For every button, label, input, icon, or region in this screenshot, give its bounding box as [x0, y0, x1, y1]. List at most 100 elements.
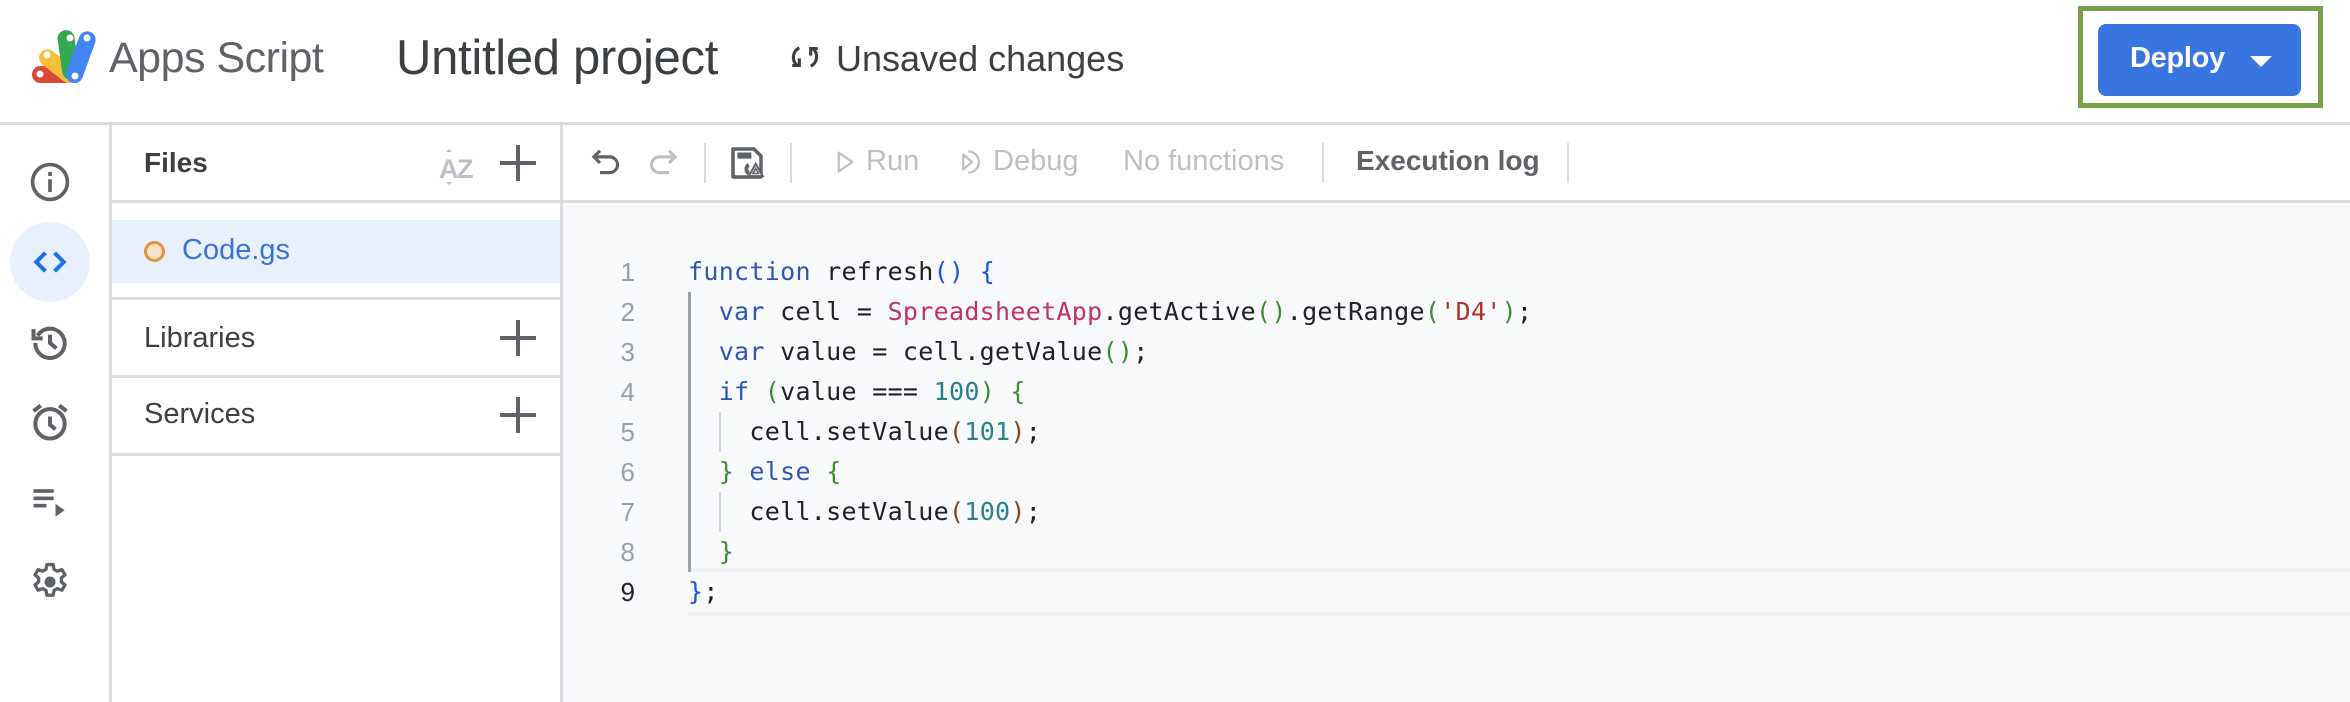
- debug-label: Debug: [993, 145, 1079, 177]
- code-token: 101: [964, 417, 1011, 446]
- code-token: (: [764, 377, 781, 406]
- rail-item-triggers[interactable]: [10, 382, 90, 462]
- deploy-button[interactable]: Deploy: [2098, 24, 2301, 96]
- line-number: 3: [620, 337, 635, 367]
- code-token: var: [718, 297, 765, 326]
- sync-icon: [788, 40, 822, 79]
- apps-script-logo-icon[interactable]: [30, 28, 102, 86]
- line-number: 7: [620, 497, 635, 527]
- code-token: 100: [964, 497, 1011, 526]
- rail-item-project-history[interactable]: [10, 302, 90, 382]
- code-text: };: [688, 572, 719, 612]
- svg-text:A: A: [439, 154, 459, 184]
- code-line[interactable]: 7 cell.setValue(100);: [563, 492, 2350, 532]
- undo-icon[interactable]: [586, 142, 628, 184]
- code-token: refresh: [810, 257, 934, 286]
- code-token: if: [718, 377, 750, 406]
- alarm-clock-icon: [32, 403, 68, 441]
- code-line[interactable]: 2 var cell = SpreadsheetApp.getActive().…: [563, 292, 2350, 332]
- code-token: ;: [1025, 417, 1042, 446]
- files-panel: Files AZ Code.gs Libraries Services: [112, 125, 563, 702]
- function-select[interactable]: No functions: [1123, 145, 1284, 178]
- sort-az-icon[interactable]: AZ: [436, 145, 480, 189]
- line-number: 9: [620, 577, 635, 607]
- svg-text:Z: Z: [457, 154, 474, 184]
- run-label: Run: [866, 145, 920, 177]
- code-text: }: [688, 532, 734, 572]
- rail-item-project-settings[interactable]: [10, 542, 90, 622]
- code-token: 'D4': [1440, 297, 1502, 326]
- file-item-code-gs[interactable]: Code.gs: [112, 220, 560, 283]
- save-status: Unsaved changes: [788, 38, 1124, 80]
- libraries-section: Libraries: [112, 300, 560, 378]
- toolbar-divider: [704, 143, 706, 183]
- code-token: else: [749, 457, 811, 486]
- execution-log-button[interactable]: Execution log: [1356, 145, 1540, 177]
- redo-icon[interactable]: [641, 142, 683, 184]
- save-to-drive-icon[interactable]: [726, 142, 768, 184]
- debug-icon: [962, 149, 980, 174]
- executions-list-icon: [33, 489, 65, 517]
- code-line[interactable]: 4 if (value === 100) {: [563, 372, 2350, 412]
- unsaved-dot-icon: [144, 241, 165, 262]
- navigation-rail: [0, 125, 112, 702]
- code-token: SpreadsheetApp: [887, 297, 1103, 326]
- code-token: ;: [703, 577, 719, 606]
- code-text: var cell = SpreadsheetApp.getActive().ge…: [688, 292, 1532, 332]
- gear-icon: [33, 562, 67, 597]
- rail-item-editor[interactable]: [10, 222, 90, 302]
- indent-guide: [688, 292, 691, 572]
- code-line[interactable]: 1 function refresh() {: [563, 252, 2350, 292]
- code-token: ;: [1517, 297, 1533, 326]
- code-text: } else {: [688, 452, 842, 492]
- libraries-title: Libraries: [144, 322, 256, 354]
- top-app-bar: Apps Script Untitled project Unsaved cha…: [0, 0, 2350, 125]
- code-token: ): [1010, 497, 1026, 526]
- code-token: .getRange: [1286, 297, 1425, 326]
- project-title[interactable]: Untitled project: [396, 30, 718, 86]
- code-text: cell.setValue(100);: [688, 492, 1041, 532]
- code-token: cell.setValue: [688, 417, 949, 446]
- code-token: ;: [1025, 497, 1042, 526]
- code-token: ;: [1133, 337, 1149, 366]
- code-line[interactable]: 8 }: [563, 532, 2350, 572]
- code-token: var: [718, 337, 765, 366]
- line-number: 1: [620, 257, 635, 287]
- code-token: {: [979, 257, 996, 286]
- code-line[interactable]: 9};: [563, 568, 2350, 616]
- services-section: Services: [112, 378, 560, 456]
- code-token: value = cell.getValue: [764, 337, 1103, 366]
- toolbar-divider: [1567, 143, 1569, 183]
- code-token: ): [979, 377, 996, 406]
- rail-item-overview[interactable]: [10, 142, 90, 222]
- code-line[interactable]: 5 cell.setValue(101);: [563, 412, 2350, 452]
- add-file-button[interactable]: [496, 141, 540, 185]
- code-token: (): [933, 257, 965, 286]
- code-token: (: [948, 417, 965, 446]
- files-list: Code.gs: [112, 203, 560, 300]
- play-icon: [837, 151, 854, 172]
- info-icon: [30, 162, 70, 202]
- code-token: 100: [933, 377, 980, 406]
- toolbar-divider: [1322, 143, 1324, 183]
- add-service-button[interactable]: [496, 393, 540, 437]
- code-editor[interactable]: 1 function refresh() {2 var cell = Spread…: [563, 203, 2350, 702]
- code-line[interactable]: 3 var value = cell.getValue();: [563, 332, 2350, 372]
- rail-item-executions[interactable]: [10, 462, 90, 542]
- code-token: ): [1501, 297, 1518, 326]
- code-icon: [33, 251, 67, 273]
- code-lines[interactable]: 1 function refresh() {2 var cell = Spread…: [563, 252, 2350, 616]
- code-line[interactable]: 6 } else {: [563, 452, 2350, 492]
- add-library-button[interactable]: [496, 316, 540, 360]
- run-button[interactable]: Run: [830, 145, 919, 178]
- debug-button[interactable]: Debug: [957, 145, 1078, 178]
- line-number: 5: [620, 417, 635, 447]
- code-token: value ===: [780, 377, 934, 406]
- deploy-label: Deploy: [2130, 42, 2225, 74]
